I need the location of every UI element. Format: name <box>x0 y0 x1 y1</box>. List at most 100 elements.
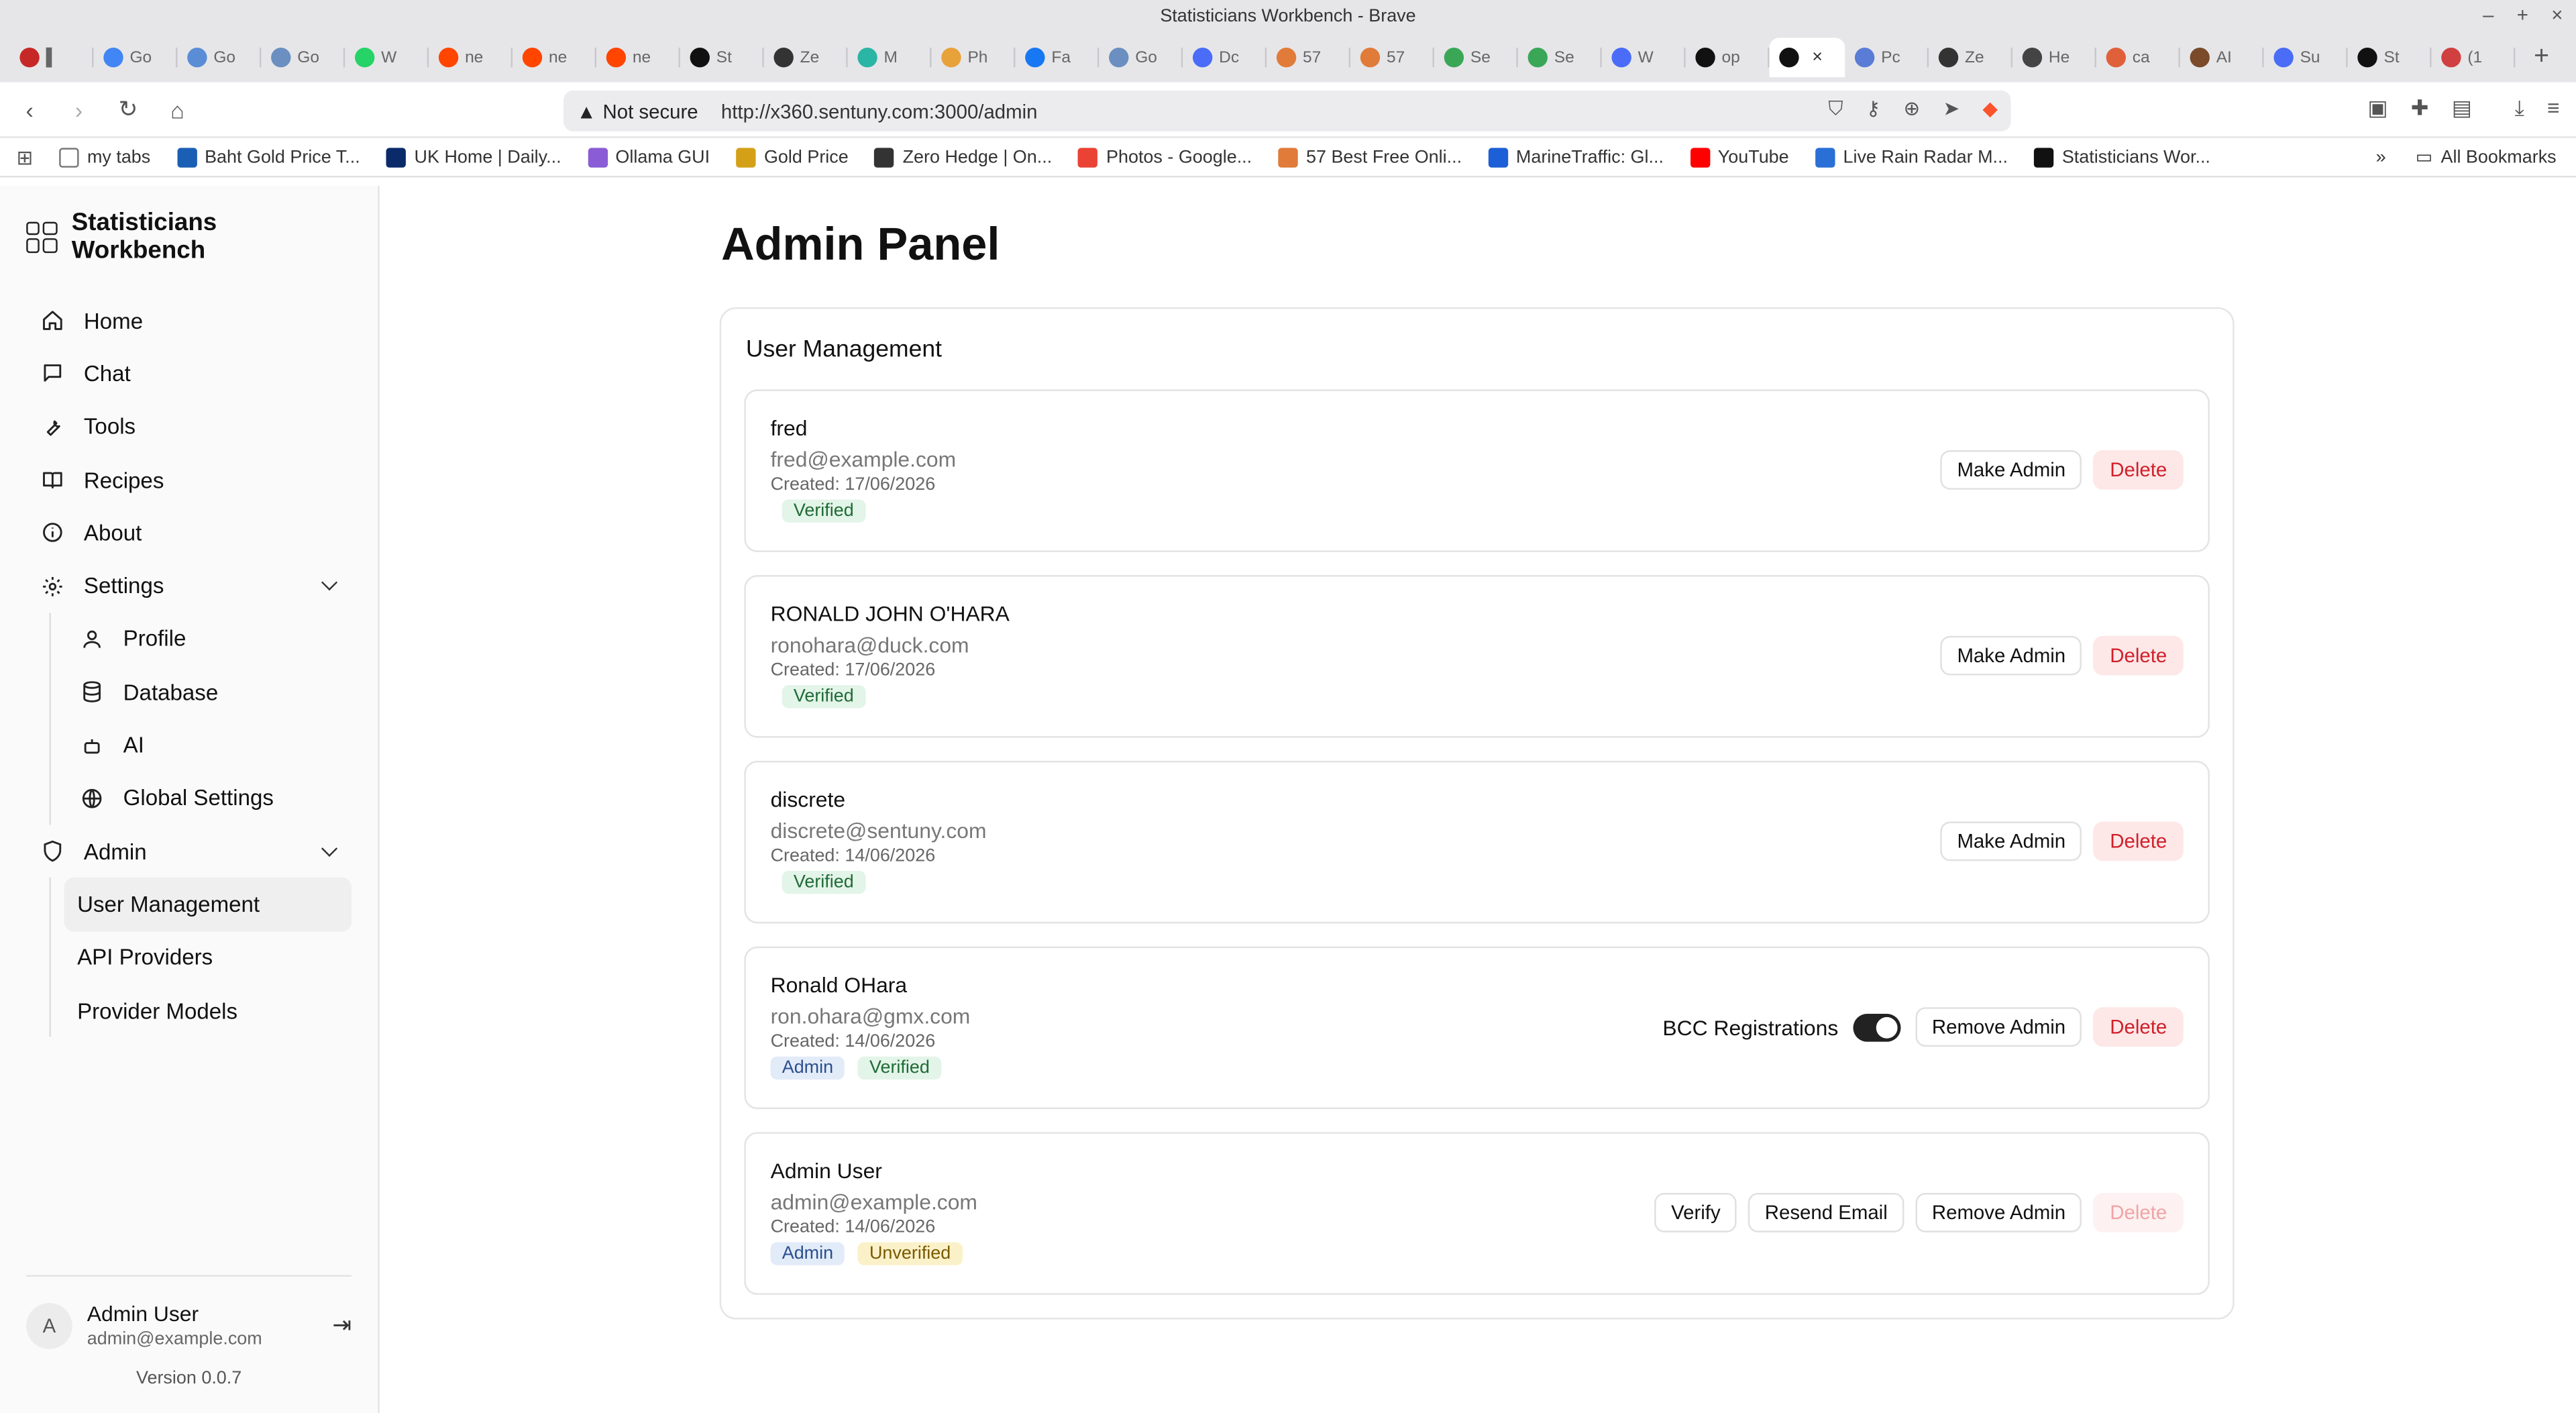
browser-tab[interactable]: St <box>680 38 764 77</box>
browser-tab[interactable]: 57 <box>1267 38 1351 77</box>
maximize-button[interactable]: + <box>2517 3 2528 26</box>
browser-tab[interactable]: × <box>1769 38 1845 78</box>
bookmark-item[interactable]: 57 Best Free Onli... <box>1278 147 1462 167</box>
make-admin-button[interactable]: Make Admin <box>1940 450 2082 490</box>
back-icon[interactable]: ‹ <box>13 93 46 125</box>
reload-icon[interactable]: ↻ <box>112 93 145 125</box>
bookmark-item[interactable]: Live Rain Radar M... <box>1815 147 2008 167</box>
sidebar-item-ai[interactable]: AI <box>64 719 352 772</box>
remove-admin-button[interactable]: Remove Admin <box>1915 1192 2082 1233</box>
key-icon[interactable]: ⚷ <box>1866 97 1881 121</box>
delete-button[interactable]: Delete <box>2093 635 2184 676</box>
browser-tab[interactable]: W <box>345 38 429 77</box>
bookmark-item[interactable]: Ollama GUI <box>587 147 710 167</box>
sidebar-item-api-providers[interactable]: API Providers <box>64 931 352 984</box>
home-browser-icon[interactable]: ⌂ <box>161 93 194 125</box>
browser-tab[interactable]: Ph <box>932 38 1016 77</box>
address-bar[interactable]: ▲ Not secure http://x360.sentuny.com:3000… <box>564 90 2011 132</box>
bookmark-item[interactable]: UK Home | Daily... <box>386 147 561 167</box>
sidebar-item-global-settings[interactable]: Global Settings <box>64 772 352 825</box>
sidebar-toggle-icon[interactable]: ▤ <box>2452 95 2472 121</box>
browser-tab[interactable]: Pc <box>1845 38 1929 77</box>
url-text[interactable]: http://x360.sentuny.com:3000/admin <box>721 99 1038 122</box>
browser-tab[interactable]: ne <box>429 38 513 77</box>
browser-tab[interactable]: W <box>1602 38 1686 77</box>
bookmark-item[interactable]: Photos - Google... <box>1078 147 1252 167</box>
make-admin-button[interactable]: Make Admin <box>1940 635 2082 676</box>
sidebar-item-settings[interactable]: Settings <box>26 560 352 613</box>
zoom-icon[interactable]: ⊕ <box>1904 97 1921 121</box>
send-icon[interactable]: ➤ <box>1943 97 1960 121</box>
verify-button[interactable]: Verify <box>1654 1192 1737 1233</box>
remove-admin-button[interactable]: Remove Admin <box>1915 1007 2082 1047</box>
sidebar-item-recipes[interactable]: Recipes <box>26 454 352 507</box>
browser-tab[interactable]: Go <box>261 38 345 77</box>
browser-tab[interactable]: ca <box>2096 38 2180 77</box>
browser-tab[interactable]: AI <box>2180 38 2264 77</box>
bookmark-item[interactable]: Zero Hedge | On... <box>874 147 1052 167</box>
minimize-button[interactable]: – <box>2483 3 2493 26</box>
sidebar-item-tools[interactable]: Tools <box>26 401 352 454</box>
sidebar-item-user-management[interactable]: User Management <box>64 878 352 931</box>
sidebar-item-database[interactable]: Database <box>64 666 352 719</box>
browser-tab[interactable]: Ze <box>1929 38 2013 77</box>
wallet-icon[interactable]: ▣ <box>2367 95 2387 121</box>
delete-button[interactable]: Delete <box>2093 1007 2184 1047</box>
brand[interactable]: Statisticians Workbench <box>0 186 378 288</box>
browser-tab[interactable]: Ze <box>764 38 848 77</box>
bookmark-item[interactable]: YouTube <box>1690 147 1789 167</box>
more-bookmarks-icon[interactable]: » <box>2376 147 2386 166</box>
menu-icon[interactable]: ≡ <box>2547 95 2560 121</box>
bookmark-item[interactable]: Gold Price <box>736 147 849 167</box>
browser-tab[interactable]: op <box>1686 38 1770 77</box>
logout-icon[interactable]: ⇥ <box>332 1311 352 1339</box>
shield-site-icon[interactable]: ⛉ <box>1828 97 1843 121</box>
forward-icon[interactable]: › <box>62 93 95 125</box>
bookmark-label: Ollama GUI <box>615 147 710 167</box>
delete-button[interactable]: Delete <box>2093 450 2184 490</box>
sidebar-item-chat[interactable]: Chat <box>26 347 352 400</box>
bcc-registrations-toggle[interactable] <box>1853 1012 1901 1041</box>
bookmark-item[interactable]: Baht Gold Price T... <box>176 147 360 167</box>
browser-tab[interactable]: Dc <box>1183 38 1267 77</box>
new-tab-button[interactable]: + <box>2522 43 2561 72</box>
sidebar: Statisticians Workbench Home Chat Tools Rec… <box>0 185 380 1413</box>
sidebar-item-label: Global Settings <box>123 786 274 811</box>
browser-tab[interactable]: He <box>2012 38 2096 77</box>
apps-icon[interactable]: ⊞ <box>16 146 33 168</box>
sidebar-item-about[interactable]: About <box>26 507 352 560</box>
tab-close-icon[interactable]: × <box>1812 48 1823 67</box>
browser-tab[interactable]: 57 <box>1350 38 1434 77</box>
browser-tab[interactable]: Go <box>94 38 178 77</box>
sidebar-item-profile[interactable]: Profile <box>64 613 352 666</box>
make-admin-button[interactable]: Make Admin <box>1940 821 2082 861</box>
browser-tab[interactable]: ne <box>513 38 596 77</box>
browser-tab[interactable]: Su <box>2264 38 2348 77</box>
bookmark-favicon-icon <box>1278 147 1298 167</box>
delete-button[interactable]: Delete <box>2093 821 2184 861</box>
browser-tab[interactable]: Go <box>177 38 262 77</box>
bookmark-item[interactable]: my tabs <box>59 147 150 167</box>
bookmark-item[interactable]: MarineTraffic: Gl... <box>1488 147 1664 167</box>
sidebar-item-admin[interactable]: Admin <box>26 825 352 878</box>
browser-tab[interactable]: Se <box>1518 38 1602 77</box>
brave-shields-icon[interactable]: ◆ <box>1982 97 1998 121</box>
browser-tab[interactable]: M <box>848 38 932 77</box>
browser-tab[interactable]: St <box>2348 38 2432 77</box>
user-created-date: Created: 17/06/2026 <box>770 474 936 495</box>
close-window-button[interactable]: × <box>2551 3 2563 26</box>
bookmark-item[interactable]: Statisticians Wor... <box>2034 147 2210 167</box>
sidebar-item-provider-models[interactable]: Provider Models <box>64 984 352 1037</box>
browser-tab[interactable]: ne <box>596 38 680 77</box>
all-bookmarks-button[interactable]: ▭ All Bookmarks <box>2416 146 2557 168</box>
extensions-icon[interactable]: ✚ <box>2411 95 2429 121</box>
resend-email-button[interactable]: Resend Email <box>1748 1192 1904 1233</box>
browser-tab[interactable]: Se <box>1434 38 1518 77</box>
browser-tab[interactable]: ▌ <box>10 38 94 77</box>
sidebar-item-home[interactable]: Home <box>26 294 352 347</box>
browser-tab[interactable]: Fa <box>1015 38 1099 77</box>
browser-tab[interactable]: (1 <box>2432 38 2516 77</box>
security-indicator[interactable]: ▲ Not secure <box>577 99 698 122</box>
browser-tab[interactable]: Go <box>1099 38 1183 77</box>
download-icon[interactable]: ⤓ <box>2515 95 2524 121</box>
